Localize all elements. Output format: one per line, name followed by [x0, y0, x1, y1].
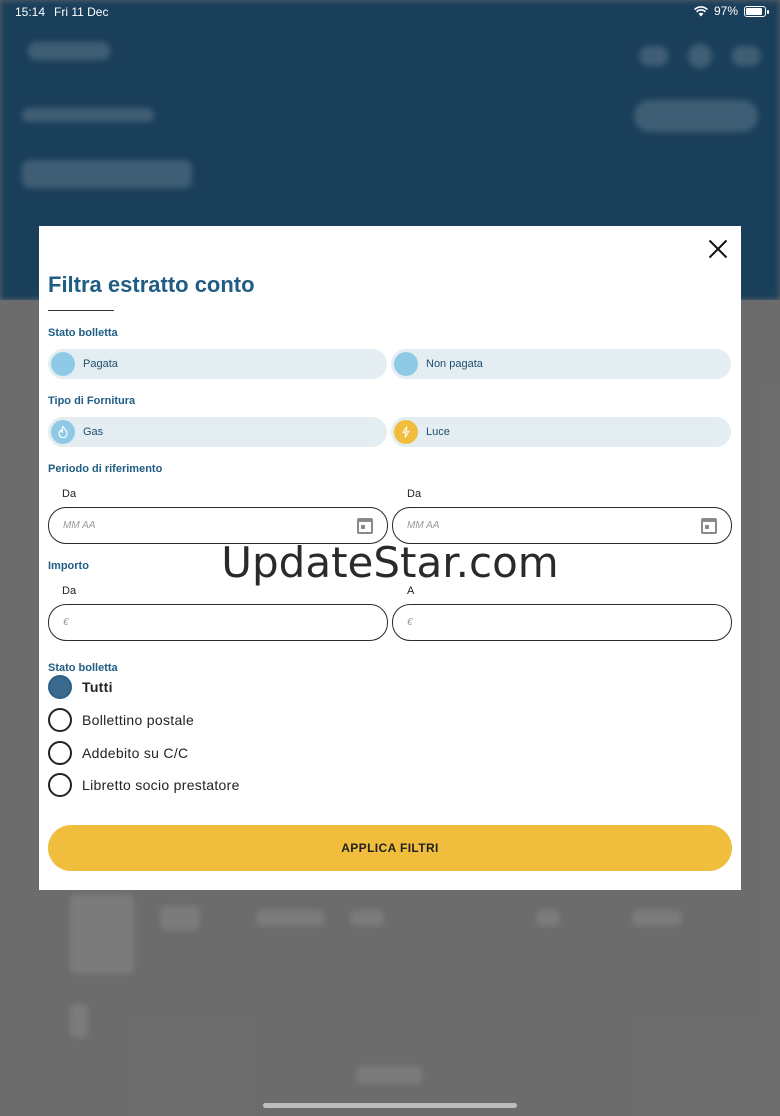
period-from-caption: Da — [62, 488, 77, 500]
filter-chip-non-pagata[interactable]: Non pagata — [391, 349, 731, 379]
radio-label: Libretto socio prestatore — [82, 777, 240, 793]
radio-button[interactable] — [48, 675, 72, 699]
section-label-stato-bolletta: Stato bolletta — [48, 327, 118, 339]
status-date: Fri 11 Dec — [54, 5, 109, 19]
radio-option-libretto[interactable]: Libretto socio prestatore — [48, 773, 240, 797]
chip-circle-icon — [51, 352, 75, 376]
title-divider — [48, 310, 114, 311]
amount-to-field — [392, 604, 732, 641]
calendar-icon[interactable] — [701, 518, 717, 534]
filter-chip-luce[interactable]: Luce — [391, 417, 731, 447]
amount-to-input[interactable] — [407, 605, 677, 640]
radio-label: Addebito su C/C — [82, 745, 189, 761]
filter-chip-pagata[interactable]: Pagata — [48, 349, 387, 379]
section-label-periodo: Periodo di riferimento — [48, 463, 163, 475]
modal-title: Filtra estratto conto — [48, 272, 255, 297]
bolt-icon — [394, 420, 418, 444]
section-label-metodo: Stato bolletta — [48, 662, 118, 674]
period-to-caption: Da — [407, 488, 422, 500]
chip-label: Luce — [426, 426, 450, 438]
status-time: 15:14 — [15, 5, 46, 19]
radio-button[interactable] — [48, 773, 72, 797]
chip-label: Pagata — [83, 358, 118, 370]
amount-from-input[interactable] — [63, 605, 333, 640]
radio-button[interactable] — [48, 741, 72, 765]
amount-from-field — [48, 604, 388, 641]
chip-label: Non pagata — [426, 358, 483, 370]
radio-option-addebito[interactable]: Addebito su C/C — [48, 741, 188, 765]
chip-label: Gas — [83, 426, 104, 438]
battery-percentage: 97% — [713, 4, 738, 18]
radio-label: Tutti — [82, 679, 113, 695]
wifi-icon — [694, 5, 708, 16]
chip-circle-icon — [394, 352, 418, 376]
home-indicator[interactable] — [263, 1103, 517, 1108]
watermark: UpdateStar.com — [221, 538, 559, 587]
filter-chip-gas[interactable]: Gas — [48, 417, 387, 447]
radio-option-tutti[interactable]: Tutti — [48, 675, 113, 699]
flame-icon — [51, 420, 75, 444]
close-icon[interactable] — [707, 238, 729, 260]
radio-label: Bollettino postale — [82, 712, 195, 728]
radio-option-bollettino-postale[interactable]: Bollettino postale — [48, 708, 194, 732]
apply-filters-button[interactable]: APPLICA FILTRI — [48, 825, 732, 871]
battery-icon — [744, 5, 769, 17]
calendar-icon[interactable] — [357, 518, 373, 534]
radio-button[interactable] — [48, 708, 72, 732]
status-bar: 15:14 Fri 11 Dec 97% — [0, 0, 780, 22]
section-label-tipo-fornitura: Tipo di Fornitura — [48, 395, 136, 407]
